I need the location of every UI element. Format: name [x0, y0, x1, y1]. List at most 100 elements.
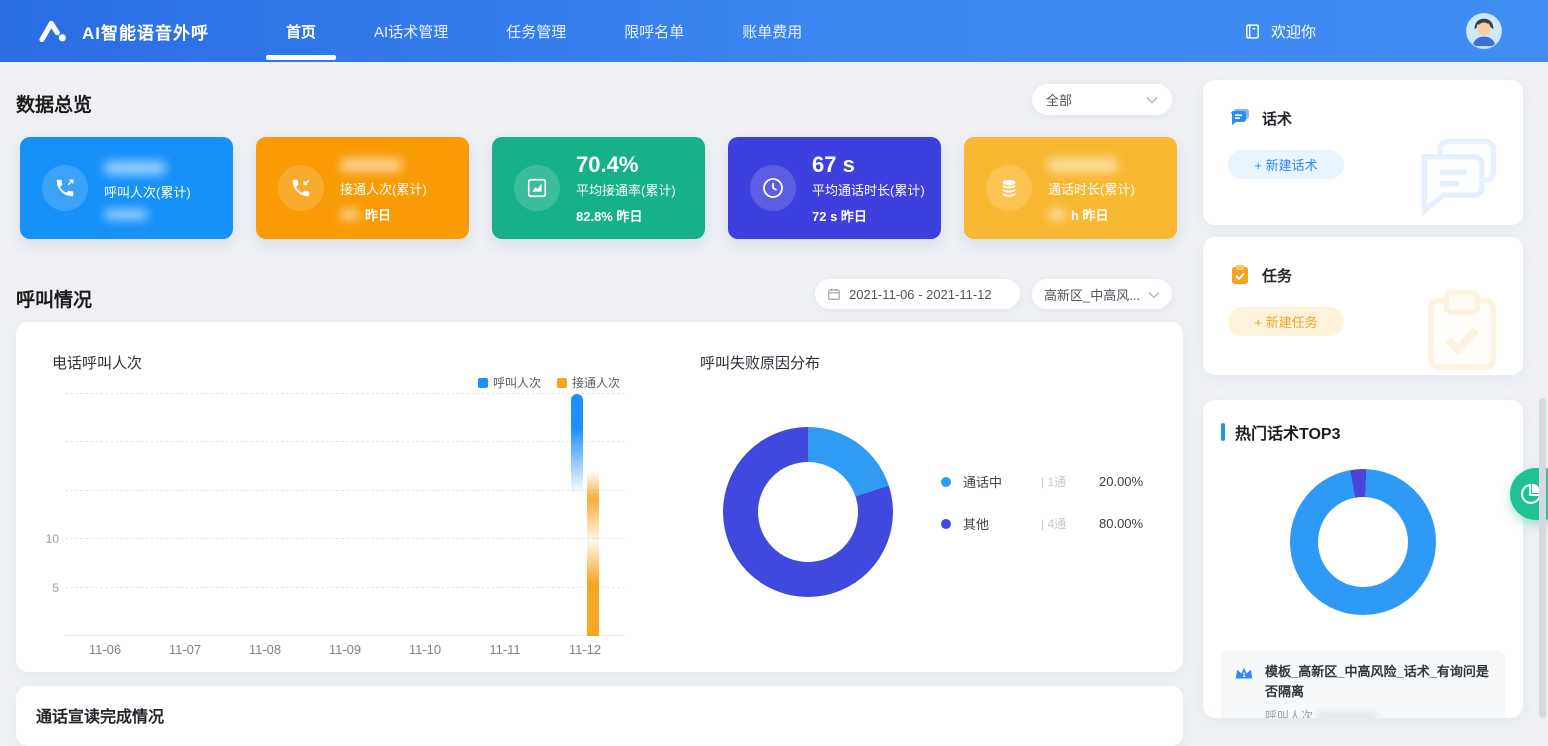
chevron-down-icon	[1146, 92, 1158, 107]
gridline	[65, 538, 625, 539]
bar-呼叫人次	[571, 394, 583, 636]
svg-text:1: 1	[1242, 672, 1246, 679]
stat-cards-row: 呼叫人次(累计) 接通人次(累计) 昨日 70.4% 平均接通率(累计) 82.…	[20, 137, 1177, 239]
donut-legend-row[interactable]: 其他 | 4通 80.00%	[941, 514, 1143, 533]
x-axis-label: 11-11	[465, 642, 545, 657]
redacted-value	[340, 158, 402, 172]
donut-legend-dot	[941, 519, 951, 529]
chat-bubble-icon	[1228, 106, 1252, 130]
script-card: 话术 + 新建话术	[1203, 80, 1523, 225]
clipboard-icon	[1228, 263, 1252, 287]
bar-chart-legend: 呼叫人次 接通人次	[478, 374, 620, 391]
donut-hole	[1318, 497, 1408, 587]
stat-label: 平均接通率(累计)	[576, 180, 676, 199]
donut-chart-title: 呼叫失败原因分布	[700, 352, 820, 373]
user-avatar[interactable]	[1466, 13, 1502, 49]
x-axis-label: 11-06	[65, 642, 145, 657]
task-card: 任务 + 新建任务	[1203, 237, 1523, 375]
new-task-button[interactable]: + 新建任务	[1228, 307, 1344, 336]
donut-legend-row[interactable]: 通话中 | 1通 20.00%	[941, 472, 1143, 491]
x-axis-label: 11-09	[305, 642, 385, 657]
nav-item-scripts[interactable]: AI话术管理	[345, 0, 477, 62]
stat-card-connect-rate: 70.4% 平均接通率(累计) 82.8% 昨日	[492, 137, 705, 239]
guide-book-icon	[1244, 23, 1261, 40]
stat-card-calls: 呼叫人次(累计)	[20, 137, 233, 239]
clock-icon	[750, 165, 796, 211]
stat-label: 平均通话时长(累计)	[812, 180, 925, 199]
scrollbar-thumb[interactable]	[1539, 398, 1546, 718]
overview-section-title: 数据总览	[16, 90, 92, 117]
clipboard-watermark-icon	[1415, 285, 1509, 375]
top3-header: 热门话术TOP3	[1221, 420, 1523, 444]
coins-icon	[986, 165, 1032, 211]
app-logo-icon	[36, 14, 70, 48]
gridline	[65, 393, 625, 394]
stat-card-avg-duration: 67 s 平均通话时长(累计) 72 s 昨日	[728, 137, 941, 239]
legend-item-connected[interactable]: 接通人次	[557, 374, 620, 391]
nav-item-home[interactable]: 首页	[257, 0, 345, 62]
bottom-panel-title: 通话宣读完成情况	[36, 703, 1183, 727]
phone-outgoing-icon	[42, 165, 88, 211]
x-axis-label: 11-08	[225, 642, 305, 657]
y-axis-label: 5	[33, 581, 59, 595]
donut-legend: 通话中 | 1通 20.00% 其他 | 4通 80.00%	[941, 472, 1143, 556]
top-navbar: AI智能语音外呼 首页 AI话术管理 任务管理 限呼名单 账单费用 欢迎你	[0, 0, 1548, 62]
stat-label: 通话时长(累计)	[1048, 179, 1135, 198]
donut-hole	[758, 462, 858, 562]
calendar-icon	[827, 287, 841, 301]
stat-label: 呼叫人次(累计)	[104, 182, 191, 201]
app-title: AI智能语音外呼	[82, 19, 209, 44]
nav-item-billing[interactable]: 账单费用	[713, 0, 831, 62]
x-axis-label: 11-10	[385, 642, 465, 657]
stat-value: 67 s	[812, 152, 925, 178]
bar-chart-plot: 11-0611-0711-0811-0911-1011-1111-12105	[65, 394, 625, 636]
legend-swatch-1	[557, 378, 567, 388]
redacted-value	[104, 209, 148, 220]
main-nav: 首页 AI话术管理 任务管理 限呼名单 账单费用	[257, 0, 831, 62]
redacted-value	[1317, 711, 1377, 719]
call-section-title: 呼叫情况	[16, 285, 92, 312]
gridline	[65, 635, 625, 636]
top3-item-title: 模板_高新区_中高风险_话术_有询问是否隔离	[1265, 662, 1493, 701]
phone-incoming-icon	[278, 165, 324, 211]
new-script-button[interactable]: + 新建话术	[1228, 150, 1344, 179]
chat-bubble-watermark-icon	[1413, 130, 1505, 225]
date-range-picker[interactable]: 2021-11-06 - 2021-11-12	[815, 279, 1020, 309]
bar-接通人次	[587, 471, 599, 636]
top3-item-metric: 呼叫人次	[1265, 707, 1493, 718]
x-axis-label: 11-07	[145, 642, 225, 657]
title-accent-bar	[1221, 423, 1225, 441]
redacted-value	[340, 209, 360, 220]
bottom-panel: 通话宣读完成情况	[16, 686, 1183, 746]
stat-card-total-duration: 通话时长(累计) h 昨日	[964, 137, 1177, 239]
top3-list-item[interactable]: 1 模板_高新区_中高风险_话术_有询问是否隔离 呼叫人次	[1221, 650, 1505, 718]
brand: AI智能语音外呼	[36, 14, 209, 48]
gridline	[65, 490, 625, 491]
donut-legend-dot	[941, 477, 951, 487]
gridline	[65, 587, 625, 588]
stat-sub: 82.8% 昨日	[576, 206, 676, 225]
nav-item-blocklist[interactable]: 限呼名单	[595, 0, 713, 62]
legend-swatch-0	[478, 378, 488, 388]
nav-right: 欢迎你	[1244, 13, 1548, 49]
bar-chart-title: 电话呼叫人次	[52, 352, 142, 373]
chevron-down-icon	[1148, 287, 1160, 302]
chart-icon	[514, 165, 560, 211]
crown-rank-icon: 1	[1233, 662, 1255, 701]
top3-title: 热门话术TOP3	[1235, 420, 1341, 444]
overview-filter-select[interactable]: 全部	[1032, 84, 1172, 115]
stat-sub: 72 s 昨日	[812, 206, 925, 225]
gridline	[65, 441, 625, 442]
nav-item-tasks[interactable]: 任务管理	[477, 0, 595, 62]
stat-card-connected: 接通人次(累计) 昨日	[256, 137, 469, 239]
legend-item-calls[interactable]: 呼叫人次	[478, 374, 541, 391]
scope-select[interactable]: 高新区_中高风...	[1032, 279, 1172, 309]
top3-card: 热门话术TOP3 1 模板_高新区_中高风险_话术_有询问是否隔离 呼叫人次	[1203, 400, 1523, 718]
x-axis-label: 11-12	[545, 642, 625, 657]
stat-label: 接通人次(累计)	[340, 179, 427, 198]
stat-value: 70.4%	[576, 152, 676, 178]
welcome-link[interactable]: 欢迎你	[1244, 21, 1316, 42]
redacted-value	[104, 161, 166, 175]
y-axis-label: 10	[33, 532, 59, 546]
redacted-value	[1048, 158, 1118, 172]
